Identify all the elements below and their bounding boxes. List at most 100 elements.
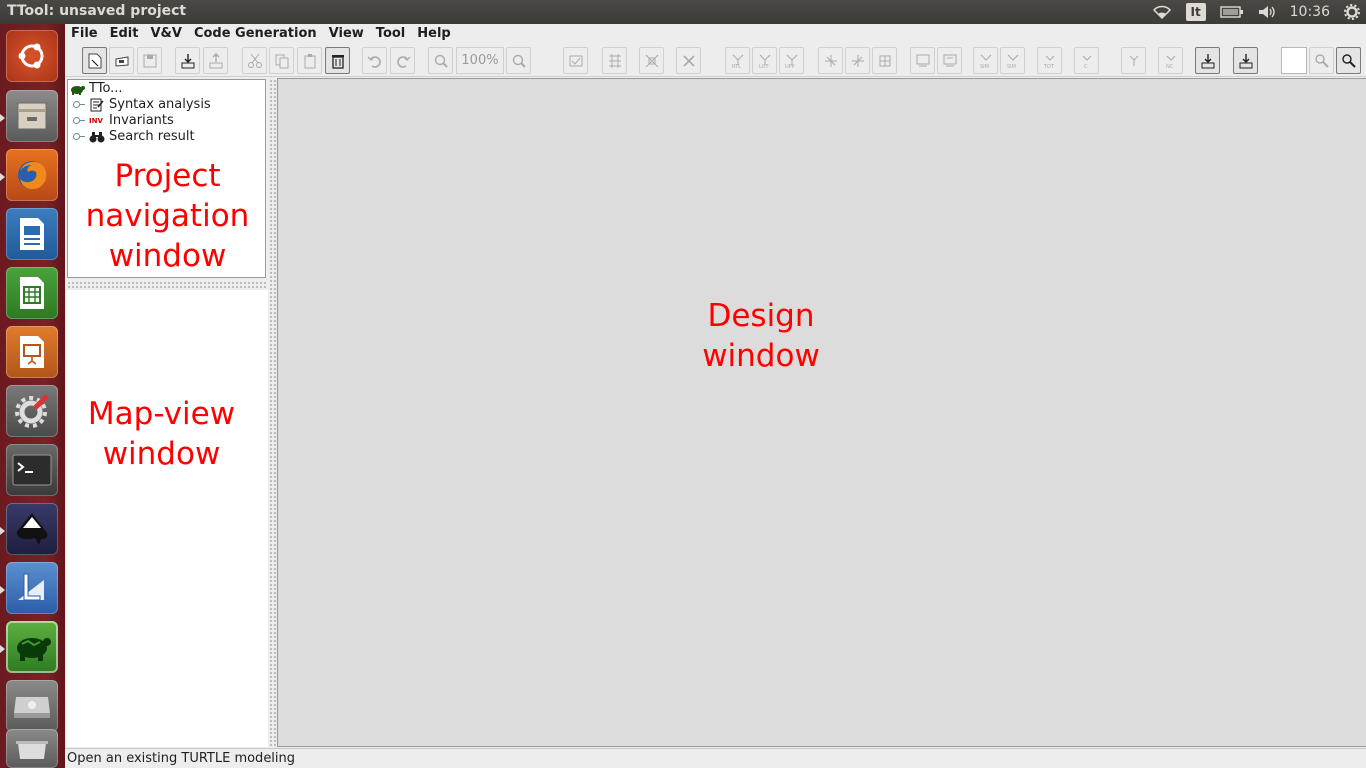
map-view-annotation: Map-view window: [87, 396, 236, 472]
turtle-icon: [69, 82, 85, 96]
zoom-level: 100%: [456, 47, 504, 74]
running-indicator: [0, 645, 5, 653]
generate-analysis-button: [639, 47, 664, 74]
text-editor-icon[interactable]: [6, 562, 58, 614]
tree-root-label: TTo...: [89, 81, 123, 96]
tree-item-syntax-analysis[interactable]: Syntax analysis: [73, 97, 211, 112]
tree-item-invariants[interactable]: INV Invariants: [73, 113, 174, 128]
running-indicator: [0, 173, 5, 181]
invariants-icon: INV: [89, 116, 103, 125]
system-settings-icon[interactable]: [6, 385, 58, 437]
binoculars-icon: [89, 130, 105, 144]
new-project-button[interactable]: [82, 47, 107, 74]
graph-button-2: [937, 47, 962, 74]
tobase-button: TOT: [1037, 47, 1062, 74]
impress-icon[interactable]: [6, 326, 58, 378]
check-syntax-button: [563, 47, 588, 74]
svg-text:UPP: UPP: [785, 64, 795, 69]
graph-button-1: [910, 47, 935, 74]
design-annotation: Design window: [702, 298, 820, 374]
design-window[interactable]: Design window: [277, 78, 1366, 747]
svg-text:SIM: SIM: [980, 64, 989, 69]
svg-text:RTL: RTL: [732, 64, 741, 69]
svg-text:C: C: [1084, 64, 1088, 69]
top-panel: TTool: unsaved project It 10:36: [0, 0, 1366, 24]
running-indicator: [0, 527, 5, 535]
ttool-icon[interactable]: [6, 621, 58, 673]
simulation-button-2: SIM: [1000, 47, 1025, 74]
import-model-button[interactable]: [1195, 47, 1220, 74]
map-view-window[interactable]: Map-view window: [67, 290, 268, 747]
zoom-in-button: [506, 47, 531, 74]
battery-icon[interactable]: [1219, 6, 1244, 18]
horizontal-splitter[interactable]: [67, 281, 268, 289]
search-button: [1309, 47, 1334, 74]
files-icon[interactable]: [6, 90, 58, 142]
java-button: [1121, 47, 1146, 74]
verify-button-1: [818, 47, 843, 74]
settings-gear-icon[interactable]: [1344, 4, 1360, 20]
volume-icon[interactable]: [1258, 5, 1276, 19]
running-indicator: [0, 114, 5, 122]
toolbar: 100% RTL LOT UPP SIM SIM TOT C NC: [65, 44, 1366, 77]
tree-item-label: Syntax analysis: [109, 97, 211, 112]
advanced-search-button[interactable]: [1336, 47, 1361, 74]
syntax-analysis-icon: [89, 98, 105, 112]
open-project-button[interactable]: [109, 47, 134, 74]
menu-vv[interactable]: V&V: [144, 24, 187, 44]
redo-button: [390, 47, 415, 74]
uppaal-button: UPP: [779, 47, 804, 74]
window-title: TTool: unsaved project: [7, 3, 187, 19]
vertical-splitter[interactable]: [269, 79, 277, 747]
export-button: [203, 47, 228, 74]
tree-root[interactable]: TTo...: [69, 81, 123, 96]
tree-expand-handle[interactable]: [73, 117, 85, 124]
project-navigation-window[interactable]: TTo... Syntax analysis INV Invariants Se…: [67, 79, 266, 278]
menu-view[interactable]: View: [323, 24, 370, 44]
tree-expand-handle[interactable]: [73, 133, 85, 140]
tree-item-search-result[interactable]: Search result: [73, 129, 195, 144]
import-button[interactable]: [175, 47, 200, 74]
menu-edit[interactable]: Edit: [104, 24, 145, 44]
dash-icon[interactable]: [6, 30, 58, 82]
tree-expand-handle[interactable]: [73, 101, 85, 108]
code-button: C: [1074, 47, 1099, 74]
clock[interactable]: 10:36: [1290, 4, 1330, 20]
svg-text:NC: NC: [1166, 64, 1174, 69]
launcher: [0, 24, 65, 768]
copy-button: [269, 47, 294, 74]
menu-file[interactable]: File: [65, 24, 104, 44]
simulation-button-1: SIM: [973, 47, 998, 74]
firefox-icon[interactable]: [6, 149, 58, 201]
zoom-out-button: [428, 47, 453, 74]
indicator-area: It 10:36: [1152, 0, 1366, 24]
ttool-window: File Edit V&V Code Generation View Tool …: [65, 24, 1366, 768]
svg-text:TOT: TOT: [1043, 64, 1055, 69]
search-input[interactable]: [1281, 47, 1307, 74]
generate-design-button: [602, 47, 627, 74]
cut-button: [242, 47, 267, 74]
disk-icon[interactable]: [6, 680, 58, 732]
import-library-button[interactable]: [1233, 47, 1258, 74]
writer-icon[interactable]: [6, 208, 58, 260]
menubar: File Edit V&V Code Generation View Tool …: [65, 24, 1366, 44]
project-navigation-annotation: Project navigation window: [85, 158, 250, 274]
undo-button: [362, 47, 387, 74]
trash-icon[interactable]: [6, 729, 58, 768]
svg-text:SIM: SIM: [1007, 64, 1016, 69]
paste-button: [297, 47, 322, 74]
keyboard-layout-indicator[interactable]: It: [1185, 3, 1206, 21]
inkscape-icon[interactable]: [6, 503, 58, 555]
menu-code-generation[interactable]: Code Generation: [188, 24, 323, 44]
lotos-button: LOT: [752, 47, 777, 74]
delete-button[interactable]: [325, 47, 350, 74]
nc-button: NC: [1158, 47, 1183, 74]
menu-tool[interactable]: Tool: [370, 24, 411, 44]
svg-text:LOT: LOT: [759, 64, 770, 69]
calc-icon[interactable]: [6, 267, 58, 319]
rtl-button: RTL: [725, 47, 750, 74]
close-model-button: [676, 47, 701, 74]
wifi-icon[interactable]: [1152, 5, 1172, 19]
menu-help[interactable]: Help: [411, 24, 456, 44]
terminal-icon[interactable]: [6, 444, 58, 496]
